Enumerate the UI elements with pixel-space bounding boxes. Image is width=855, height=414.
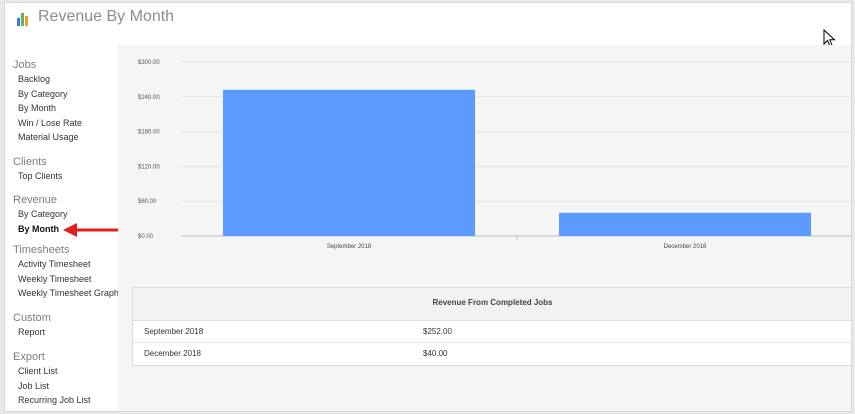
sidebar-group-timesheets: Timesheets Activity Timesheet Weekly Times… xyxy=(13,243,119,301)
main-content: $0.00 $60.00 $120.00 $180.00 $240.00 $300.00 S… xyxy=(118,45,851,411)
sidebar-item-by-month[interactable]: By Month xyxy=(13,101,82,116)
bar-september-2018 xyxy=(223,89,475,236)
sidebar-item-backlog[interactable]: Backlog xyxy=(13,72,82,87)
sidebar-item-report[interactable]: Report xyxy=(13,325,51,340)
sidebar-heading: Clients xyxy=(13,156,47,168)
row-amount: $252.00 xyxy=(423,327,452,336)
sidebar-group-export: Export Client List Job List Recurring Job L… xyxy=(13,350,91,408)
sidebar-item-by-month[interactable]: By Month xyxy=(13,222,68,237)
red-arrow-annotation xyxy=(63,223,121,237)
sidebar-item-weekly-timesheet-graph[interactable]: Weekly Timesheet Graph xyxy=(13,286,119,301)
y-tick-label: $60.00 xyxy=(138,199,157,205)
table-row: September 2018 $252.00 xyxy=(133,321,851,343)
row-month: December 2018 xyxy=(144,349,201,358)
y-tick-label: $240.00 xyxy=(138,95,160,101)
y-tick-label: $120.00 xyxy=(138,164,160,170)
bar-december-2018 xyxy=(559,212,811,236)
y-tick-label: $0.00 xyxy=(138,234,154,240)
sidebar-group-jobs: Jobs Backlog By Category By Month Win / Lose… xyxy=(13,58,82,145)
sidebar-group-clients: Clients Top Clients xyxy=(13,155,63,184)
title-bar: Revenue By Month xyxy=(5,3,851,48)
app-window: Revenue By Month Jobs Backlog By Category B… xyxy=(4,2,852,412)
row-amount: $40.00 xyxy=(423,349,448,358)
x-tick-label: December 2018 xyxy=(664,244,707,250)
sidebar-item-material-usage[interactable]: Material Usage xyxy=(13,130,82,145)
table-header: Revenue From Completed Jobs xyxy=(133,288,851,321)
page-title: Revenue By Month xyxy=(38,8,175,25)
sidebar-item-activity-timesheet[interactable]: Activity Timesheet xyxy=(13,257,119,272)
sidebar-item-by-category[interactable]: By Category xyxy=(13,87,82,102)
sidebar-item-win-lose-rate[interactable]: Win / Lose Rate xyxy=(13,116,82,131)
table-row: December 2018 $40.00 xyxy=(133,343,851,365)
row-month: September 2018 xyxy=(144,327,204,336)
sidebar-item-job-list[interactable]: Job List xyxy=(13,379,91,394)
sidebar-heading: Timesheets xyxy=(13,244,70,256)
sidebar-item-top-clients[interactable]: Top Clients xyxy=(13,169,63,184)
sidebar-group-revenue: Revenue By Category By Month xyxy=(13,193,68,236)
y-tick-label: $180.00 xyxy=(138,130,160,136)
revenue-table: Revenue From Completed Jobs September 20… xyxy=(132,287,851,366)
x-tick-label: September 2018 xyxy=(327,244,372,250)
sidebar-item-recurring-job-list[interactable]: Recurring Job List xyxy=(13,393,91,408)
chart-svg: $0.00 $60.00 $120.00 $180.00 $240.00 $300.00 S… xyxy=(138,60,851,250)
sidebar-item-weekly-timesheet[interactable]: Weekly Timesheet xyxy=(13,272,119,287)
sidebar-heading: Revenue xyxy=(13,194,58,206)
table-header-label: Revenue From Completed Jobs xyxy=(432,298,553,307)
revenue-chart: $0.00 $60.00 $120.00 $180.00 $240.00 $300.00 S… xyxy=(118,45,851,265)
sidebar-heading: Export xyxy=(13,351,45,363)
sidebar-heading: Custom xyxy=(13,312,51,324)
sidebar-item-client-list[interactable]: Client List xyxy=(13,364,91,379)
sidebar-group-custom: Custom Report xyxy=(13,311,51,340)
sidebar-item-by-category[interactable]: By Category xyxy=(13,207,68,222)
bar-chart-icon xyxy=(17,12,31,26)
sidebar-heading: Jobs xyxy=(13,59,37,71)
y-tick-label: $300.00 xyxy=(138,60,160,66)
